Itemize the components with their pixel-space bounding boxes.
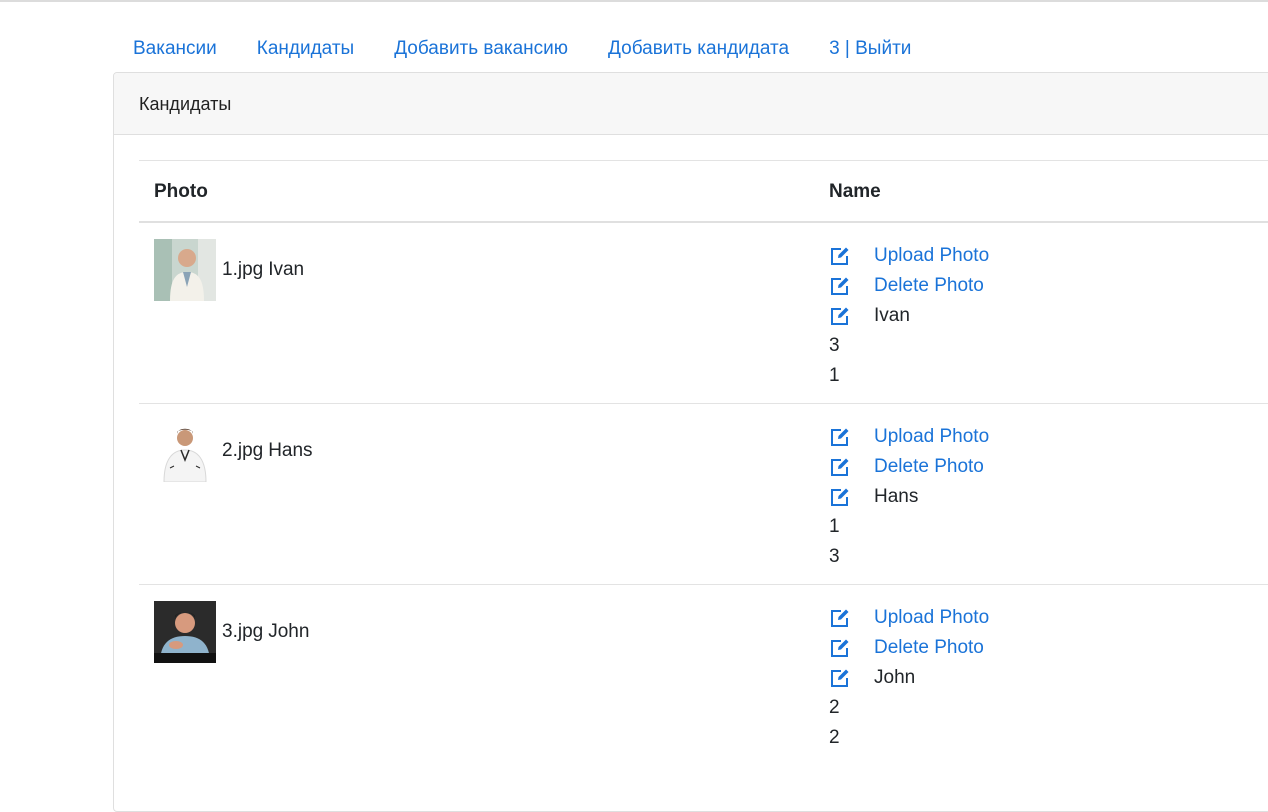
- edit-icon[interactable]: [829, 487, 851, 507]
- table-row: 1.jpg Ivan Upload Photo Delete Photo Ivan…: [139, 223, 1268, 404]
- photo-cell: 2.jpg Hans: [154, 420, 313, 482]
- delete-photo-action: Delete Photo: [829, 271, 989, 301]
- nav-vacancies-link[interactable]: Вакансии: [133, 36, 217, 62]
- delete-photo-link[interactable]: Delete Photo: [874, 271, 984, 301]
- delete-photo-action: Delete Photo: [829, 452, 989, 482]
- upload-photo-link[interactable]: Upload Photo: [874, 241, 989, 271]
- candidate-name: John: [874, 667, 916, 688]
- upload-photo-link[interactable]: Upload Photo: [874, 603, 989, 633]
- candidate-photo: [154, 601, 216, 663]
- edit-icon[interactable]: [829, 457, 851, 477]
- photo-cell: 1.jpg Ivan: [154, 239, 304, 301]
- upload-photo-link[interactable]: Upload Photo: [874, 422, 989, 452]
- upload-photo-action: Upload Photo: [829, 603, 989, 633]
- top-divider: [0, 0, 1268, 2]
- upload-photo-action: Upload Photo: [829, 241, 989, 271]
- photo-person-name: Hans: [268, 440, 313, 461]
- candidate-value-2: 3: [829, 546, 840, 567]
- delete-photo-link[interactable]: Delete Photo: [874, 452, 984, 482]
- candidate-name: Ivan: [874, 305, 910, 326]
- edit-icon[interactable]: [829, 276, 851, 296]
- photo-person-name: Ivan: [268, 259, 305, 280]
- candidate-name: Hans: [874, 486, 919, 507]
- edit-icon[interactable]: [829, 246, 851, 266]
- candidate-value-2: 2: [829, 727, 840, 748]
- name-cell: Upload Photo Delete Photo Ivan 3 1: [829, 241, 989, 391]
- photo-filename: 3.jpg: [222, 621, 264, 642]
- edit-icon[interactable]: [829, 638, 851, 658]
- edit-icon[interactable]: [829, 427, 851, 447]
- nav-candidates-link[interactable]: Кандидаты: [257, 36, 354, 62]
- photo-column-header: Photo: [154, 181, 208, 202]
- table-header: Photo Name: [139, 161, 1268, 223]
- edit-icon[interactable]: [829, 608, 851, 628]
- candidate-value-1: 2: [829, 697, 840, 718]
- name-column-header: Name: [829, 181, 881, 202]
- edit-icon[interactable]: [829, 668, 851, 688]
- candidate-value-2: 1: [829, 365, 840, 386]
- edit-name-action: Hans: [829, 482, 989, 512]
- candidate-value-1: 1: [829, 516, 840, 537]
- delete-photo-link[interactable]: Delete Photo: [874, 633, 984, 663]
- top-nav: Вакансии Кандидаты Добавить вакансию Доб…: [133, 36, 951, 62]
- photo-person-name: John: [268, 621, 310, 642]
- edit-icon[interactable]: [829, 306, 851, 326]
- delete-photo-action: Delete Photo: [829, 633, 989, 663]
- photo-filename: 1.jpg: [222, 259, 264, 280]
- edit-name-action: John: [829, 663, 989, 693]
- photo-filename: 2.jpg: [222, 440, 264, 461]
- card-title: Кандидаты: [114, 73, 1268, 135]
- nav-add-candidate-link[interactable]: Добавить кандидата: [608, 36, 789, 62]
- candidates-card: Кандидаты Photo Name 1.jpg Ivan Upload P…: [113, 72, 1268, 812]
- candidate-photo: [154, 239, 216, 301]
- table-row: 3.jpg John Upload Photo Delete Photo John…: [139, 585, 1268, 766]
- edit-name-action: Ivan: [829, 301, 989, 331]
- table-row: 2.jpg Hans Upload Photo Delete Photo Hans…: [139, 404, 1268, 585]
- upload-photo-action: Upload Photo: [829, 422, 989, 452]
- name-cell: Upload Photo Delete Photo Hans 1 3: [829, 422, 989, 572]
- photo-cell: 3.jpg John: [154, 601, 309, 663]
- name-cell: Upload Photo Delete Photo John 2 2: [829, 603, 989, 753]
- candidate-photo: [154, 420, 216, 482]
- candidates-table: Photo Name 1.jpg Ivan Upload Photo Delet…: [139, 160, 1268, 766]
- nav-logout-link[interactable]: 3 | Выйти: [829, 36, 911, 62]
- candidate-value-1: 3: [829, 335, 840, 356]
- nav-add-vacancy-link[interactable]: Добавить вакансию: [394, 36, 568, 62]
